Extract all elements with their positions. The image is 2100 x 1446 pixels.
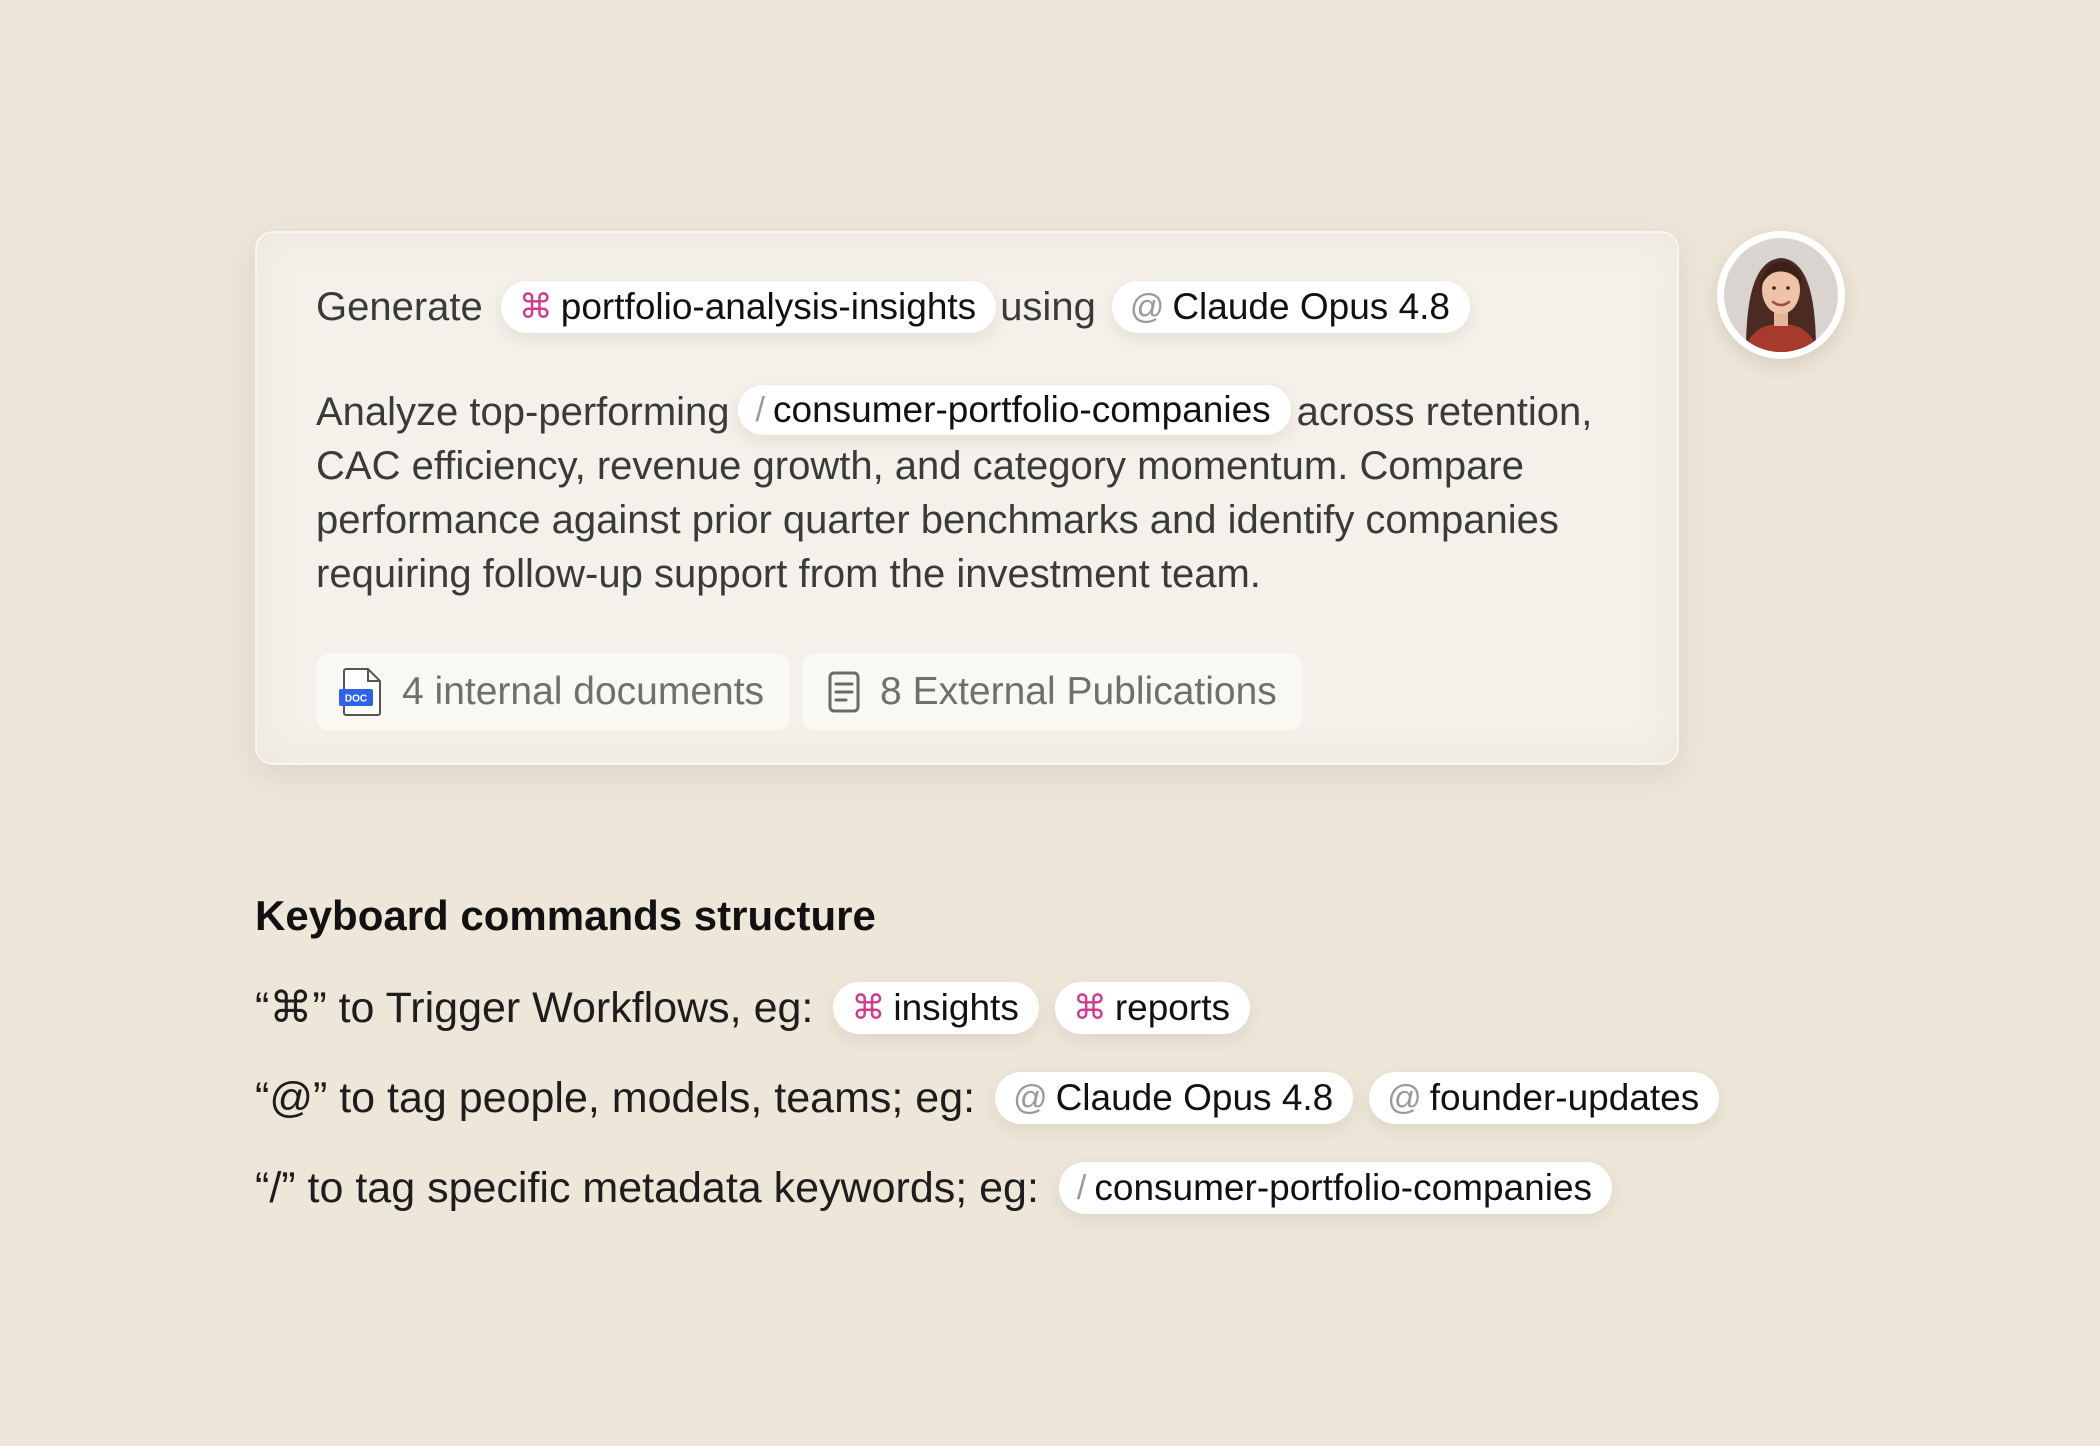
publication-icon <box>824 670 864 714</box>
attachments-row: DOC 4 internal documents 8 External Publ… <box>316 653 1303 731</box>
at-icon: @ <box>1129 287 1165 326</box>
command-icon: ⌘ <box>1072 989 1107 1027</box>
model-chip[interactable]: @ Claude Opus 4.8 <box>1111 281 1471 333</box>
prompt-text-before: Analyze top-performing <box>316 390 730 434</box>
example-chip-claude[interactable]: @ Claude Opus 4.8 <box>995 1072 1354 1124</box>
doc-badge-text: DOC <box>345 694 367 705</box>
using-label: using <box>1000 284 1096 329</box>
workflow-chip[interactable]: ⌘ portfolio-analysis-insights <box>500 281 997 333</box>
prompt-body[interactable]: Analyze top-performing / consumer-portfoli… <box>316 385 1636 601</box>
guide-row-description: “⌘” to Trigger Workflows, eg: <box>255 984 814 1032</box>
external-publications-label: 8 External Publications <box>880 670 1277 713</box>
prompt-card[interactable]: Generate ⌘ portfolio-analysis-insights u… <box>255 231 1679 765</box>
guide-title: Keyboard commands structure <box>255 892 876 939</box>
example-chip-founder-updates[interactable]: @ founder-updates <box>1369 1072 1720 1124</box>
doc-file-icon: DOC <box>338 667 386 717</box>
avatar-photo <box>1724 238 1838 352</box>
keyword-chip-label: consumer-portfolio-companies <box>773 389 1271 431</box>
prompt-first-line: Generate ⌘ portfolio-analysis-insights u… <box>316 277 1471 337</box>
workflow-chip-label: portfolio-analysis-insights <box>560 286 977 327</box>
user-avatar[interactable] <box>1717 231 1845 359</box>
chip-label: reports <box>1114 987 1230 1028</box>
guide-row-tags: “@” to tag people, models, teams; eg: @ … <box>255 1068 1735 1128</box>
command-icon: ⌘ <box>518 288 553 326</box>
at-icon: @ <box>1387 1078 1422 1117</box>
model-chip-label: Claude Opus 4.8 <box>1172 286 1451 327</box>
external-publications-attachment[interactable]: 8 External Publications <box>802 653 1303 731</box>
at-icon: @ <box>1013 1078 1048 1117</box>
internal-documents-label: 4 internal documents <box>402 670 765 713</box>
guide-row-description: “/” to tag specific metadata keywords; e… <box>255 1163 1039 1212</box>
keyword-chip[interactable]: / consumer-portfolio-companies <box>737 385 1291 436</box>
chip-label: consumer-portfolio-companies <box>1094 1167 1593 1208</box>
command-icon: ⌘ <box>851 989 886 1027</box>
example-chip-insights[interactable]: ⌘ insights <box>833 982 1039 1034</box>
chip-label: founder-updates <box>1429 1077 1700 1118</box>
internal-documents-attachment[interactable]: DOC 4 internal documents <box>316 653 791 731</box>
guide-row-workflows: “⌘” to Trigger Workflows, eg: ⌘ insights… <box>255 978 1266 1038</box>
slash-icon: / <box>755 391 765 430</box>
generate-label: Generate <box>316 284 483 329</box>
example-chip-consumer-portfolio[interactable]: / consumer-portfolio-companies <box>1058 1162 1613 1214</box>
guide-row-description: “@” to tag people, models, teams; eg: <box>255 1073 976 1122</box>
chip-label: insights <box>893 987 1019 1028</box>
example-chip-reports[interactable]: ⌘ reports <box>1054 982 1250 1034</box>
slash-icon: / <box>1076 1168 1087 1207</box>
guide-row-metadata: “/” to tag specific metadata keywords; e… <box>255 1158 1628 1218</box>
chip-label: Claude Opus 4.8 <box>1055 1077 1334 1118</box>
